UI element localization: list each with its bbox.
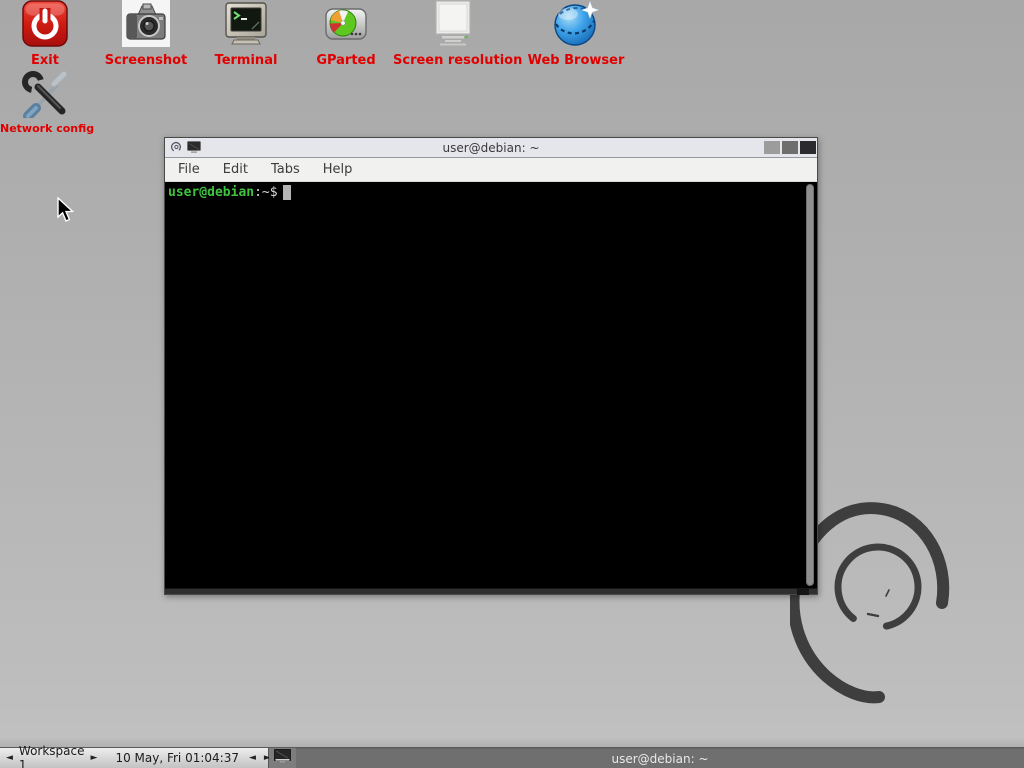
maximize-button[interactable] [782, 141, 798, 154]
terminal-menubar: File Edit Tabs Help [165, 158, 817, 182]
tray-monitor-icon[interactable] [274, 749, 291, 767]
desktop-icon-terminal[interactable]: Terminal [201, 0, 291, 68]
taskbar-left-panel: ◄ Workspace 1 ► 10 May, Fri 01:04:37 ◄ ► [0, 748, 269, 768]
crt-terminal-icon [201, 0, 291, 48]
menu-edit[interactable]: Edit [213, 159, 258, 180]
desktop-icon-screenshot[interactable]: Screenshot [101, 0, 191, 68]
taskbar-tray [269, 748, 296, 768]
prompt-user-host: user@debian [168, 185, 254, 200]
desktop-icon-label: Web Browser [516, 53, 636, 68]
terminal-cursor [283, 185, 291, 200]
disk-partition-icon [301, 0, 391, 48]
desktop-icon-label: Screen resolution [393, 53, 513, 68]
pager-prev-button[interactable]: ◄ [245, 748, 260, 768]
terminal-scrollbar[interactable] [806, 184, 814, 586]
terminal-screen[interactable]: user@debian:~$ [165, 182, 817, 588]
menu-tabs[interactable]: Tabs [261, 159, 310, 180]
prompt-path: :~$ [254, 185, 277, 200]
desktop-icon-label: Terminal [201, 53, 291, 68]
camera-icon [101, 0, 191, 48]
desktop-icon-label: Exit [0, 53, 90, 68]
task-button-label: user@debian: ~ [612, 752, 709, 766]
close-button[interactable] [800, 141, 816, 154]
mouse-pointer [57, 197, 76, 227]
desktop-icon-exit[interactable]: Exit [0, 0, 90, 68]
window-bottom-edge [165, 588, 817, 594]
menu-help[interactable]: Help [313, 159, 363, 180]
window-titlebar[interactable]: user@debian: ~ [165, 138, 817, 158]
desktop-icon-screen-resolution[interactable]: Screen resolution [393, 0, 513, 68]
desktop-icon-web-browser[interactable]: Web Browser [516, 0, 636, 68]
globe-browser-icon [516, 0, 636, 48]
desktop-icon-label: GParted [301, 53, 391, 68]
exit-power-icon [0, 0, 90, 48]
tools-wrench-icon [0, 70, 92, 118]
taskbar-clock: 10 May, Fri 01:04:37 [101, 751, 245, 765]
taskbar: ◄ Workspace 1 ► 10 May, Fri 01:04:37 ◄ ►… [0, 747, 1024, 768]
resize-grip[interactable] [797, 589, 809, 595]
desktop-icon-label: Network config [0, 122, 92, 135]
terminal-window: user@debian: ~ File Edit Tabs Help user@… [164, 137, 818, 595]
task-button-terminal[interactable]: user@debian: ~ [296, 748, 1024, 768]
menu-file[interactable]: File [168, 159, 210, 180]
window-title: user@debian: ~ [165, 141, 817, 155]
monitor-icon [393, 0, 513, 48]
workspace-label: Workspace 1 [17, 744, 87, 768]
minimize-button[interactable] [764, 141, 780, 154]
desktop-icon-label: Screenshot [101, 53, 191, 68]
workspace-prev-button[interactable]: ◄ [0, 748, 17, 768]
desktop-icon-gparted[interactable]: GParted [301, 0, 391, 68]
desktop-icon-network-config[interactable]: Network config [0, 70, 92, 135]
workspace-next-button[interactable]: ► [87, 748, 102, 768]
